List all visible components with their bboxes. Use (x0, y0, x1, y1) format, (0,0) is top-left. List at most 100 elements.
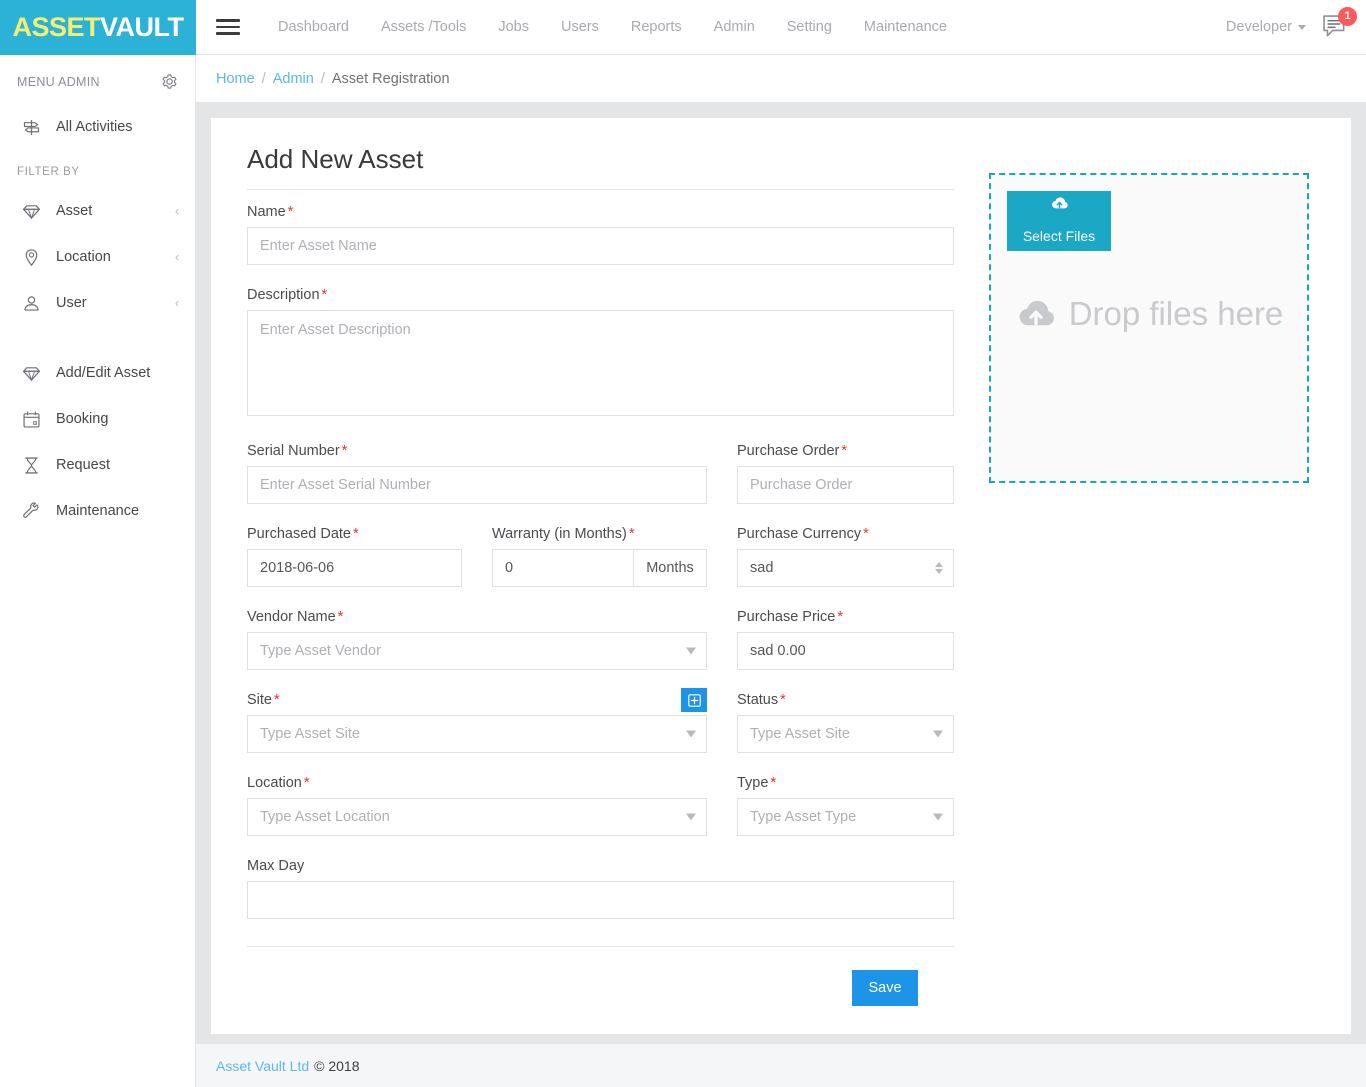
app-root: ASSETVAULT Dashboard Assets /Tools Jobs … (0, 0, 1366, 1087)
row-site-status: Site * Type Asset Site Status * Type Ass… (247, 688, 954, 775)
warranty-input[interactable] (492, 549, 633, 587)
select-files-button[interactable]: Select Files (1007, 191, 1111, 251)
gear-icon[interactable] (161, 73, 178, 90)
sidebar-header-label: MENU ADMIN (17, 74, 100, 89)
name-input[interactable] (247, 227, 954, 265)
sidebar-item-label: Maintenance (56, 503, 140, 519)
asset-form-card: Add New Asset Name* Description* (211, 118, 1351, 1034)
type-dropdown[interactable] (737, 798, 954, 836)
sidebar-item-add-edit-asset[interactable]: Add/Edit Asset (0, 350, 195, 396)
status-dropdown[interactable] (737, 715, 954, 753)
vendor-name-dropdown-wrap (247, 632, 707, 670)
purchase-currency-select[interactable] (737, 549, 954, 587)
field-vendor-name-label-text: Vendor Name (247, 609, 336, 625)
save-button[interactable]: Save (852, 970, 918, 1006)
logo-text-part2: VAULT (100, 12, 184, 42)
field-warranty: Warranty (in Months)* Months (492, 526, 707, 587)
field-site-label-row: Site * (247, 688, 707, 712)
sidebar-item-location[interactable]: Location ‹ (0, 234, 195, 280)
add-site-button[interactable] (681, 688, 707, 712)
field-purchase-currency-label-text: Purchase Currency (737, 526, 862, 542)
field-site: Site * (247, 688, 707, 753)
field-purchase-order-label-text: Purchase Order (737, 443, 840, 459)
field-location-label: Location * (247, 775, 707, 791)
sidebar-item-request[interactable]: Request (0, 442, 195, 488)
field-max-day-label: Max Day (247, 858, 305, 874)
field-serial-number-label-text: Serial Number (247, 443, 340, 459)
field-purchased-date: Purchased Date * (247, 526, 462, 587)
nav-item-admin[interactable]: Admin (698, 13, 771, 41)
cloud-upload-icon (1019, 300, 1054, 325)
cloud-upload-icon (1051, 197, 1068, 209)
purchase-order-input[interactable] (737, 466, 954, 504)
breadcrumb-home[interactable]: Home (216, 71, 255, 87)
field-type: Type * (737, 775, 954, 836)
warranty-input-group: Months (492, 549, 707, 587)
field-status: Status * (737, 692, 954, 753)
required-mark: * (352, 526, 359, 542)
field-vendor-name-label: Vendor Name * (247, 609, 707, 625)
signpost-icon (20, 116, 42, 138)
page-title: Add New Asset (247, 144, 424, 174)
file-upload-area: Select Files Drop files here (989, 173, 1309, 483)
logo-text-part1: ASSET (12, 12, 101, 42)
nav-item-maintenance[interactable]: Maintenance (848, 13, 963, 41)
row-vendor-price: Vendor Name* Purchase Price* (247, 609, 954, 692)
breadcrumb-admin[interactable]: Admin (273, 71, 314, 87)
location-dropdown[interactable] (247, 798, 707, 836)
hamburger-icon[interactable] (216, 17, 240, 37)
sidebar-item-maintenance[interactable]: Maintenance (0, 488, 195, 534)
purchased-date-input[interactable] (247, 549, 462, 587)
user-menu-label: Developer (1225, 19, 1292, 35)
vendor-name-dropdown[interactable] (247, 632, 707, 670)
chevron-left-icon: ‹ (175, 204, 179, 218)
sidebar-item-booking[interactable]: Booking (0, 396, 195, 442)
max-day-input[interactable] (247, 881, 954, 919)
breadcrumb-separator: / (320, 70, 325, 87)
nav-item-reports[interactable]: Reports (615, 13, 698, 41)
purchase-price-input[interactable] (737, 632, 954, 670)
sidebar-item-user[interactable]: User ‹ (0, 280, 195, 326)
row-location-type: Location* Type* (247, 775, 954, 858)
required-mark: * (837, 609, 843, 625)
chevron-down-icon (1298, 24, 1306, 30)
field-status-label-text: Status (737, 692, 779, 708)
nav-item-setting[interactable]: Setting (771, 13, 848, 41)
required-mark: * (841, 443, 848, 459)
description-textarea[interactable] (247, 310, 954, 416)
footer-company-link[interactable]: Asset Vault Ltd (216, 1058, 309, 1074)
warranty-unit-addon: Months (633, 549, 707, 587)
required-mark: * (628, 526, 635, 542)
status-dropdown-wrap (737, 715, 954, 753)
user-menu[interactable]: Developer (1226, 19, 1306, 35)
field-name-label-text: Name (247, 204, 286, 220)
sidebar-item-label: Location (56, 249, 111, 265)
select-files-label: Select Files (1022, 228, 1096, 245)
type-dropdown-wrap (737, 798, 954, 836)
nav-item-assets-tools[interactable]: Assets /Tools (365, 13, 482, 41)
serial-number-input[interactable] (247, 466, 707, 504)
nav-item-jobs[interactable]: Jobs (482, 13, 545, 41)
field-purchase-order-label: Purchase Order * (737, 443, 954, 459)
purchase-currency-select-wrap (737, 549, 954, 587)
nav-item-users[interactable]: Users (545, 13, 615, 41)
plus-square-icon (687, 693, 701, 707)
breadcrumb: Home / Admin / Asset Registration (196, 55, 1366, 103)
diamond-icon (20, 362, 42, 384)
logo-text: ASSETVAULT (12, 12, 184, 43)
top-bar: ASSETVAULT Dashboard Assets /Tools Jobs … (0, 0, 1366, 55)
nav-item-dashboard[interactable]: Dashboard (262, 13, 365, 41)
required-mark: * (337, 609, 344, 625)
row-date-warranty-currency: Purchased Date* Warranty (in Months)* Mo… (247, 526, 954, 609)
sidebar-item-all-activities[interactable]: All Activities (0, 104, 195, 150)
form-footer-divider (247, 946, 954, 947)
field-serial-number: Serial Number * (247, 443, 707, 504)
site-dropdown[interactable] (247, 715, 707, 753)
messages-button[interactable]: 1 (1320, 7, 1357, 42)
content-area: Add New Asset Name* Description* (196, 103, 1366, 1043)
site-dropdown-wrap (247, 715, 707, 753)
dropzone[interactable]: Select Files Drop files here (989, 173, 1309, 483)
app-logo[interactable]: ASSETVAULT (0, 0, 196, 55)
field-warranty-label-text: Warranty (in Months) (492, 526, 627, 542)
sidebar-item-asset[interactable]: Asset ‹ (0, 188, 195, 234)
